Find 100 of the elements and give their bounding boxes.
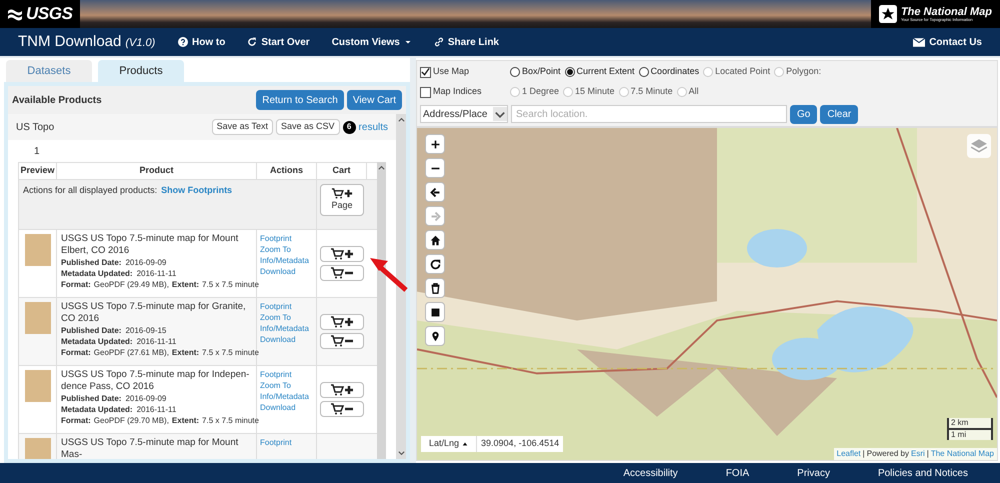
nav-link[interactable]: How to [178, 34, 226, 50]
radio-button[interactable] [564, 67, 575, 77]
search-button[interactable]: Go [790, 104, 818, 124]
checkbox[interactable] [420, 86, 431, 98]
add-to-cart-button[interactable] [320, 382, 364, 398]
cart-plus-icon [330, 188, 354, 199]
action-link[interactable]: Download [260, 334, 313, 345]
logo-text: The National Map [900, 6, 992, 18]
show-footprints-link[interactable]: Show Footprints [161, 184, 232, 198]
footer-link[interactable]: Policies and Notices [878, 466, 968, 480]
scrollbar[interactable] [396, 114, 406, 459]
checkbox-label: Use Map [433, 65, 470, 78]
action-link[interactable]: Info/Metadata [260, 323, 313, 334]
arrow-left-icon [430, 186, 440, 198]
zoom-out-button[interactable] [425, 158, 445, 178]
action-link[interactable]: Download [260, 266, 313, 277]
action-link[interactable]: Footprint [260, 437, 313, 448]
remove-from-cart-button[interactable] [320, 333, 364, 349]
action-link[interactable]: Footprint [260, 233, 313, 244]
page-number[interactable]: 1 [34, 144, 40, 158]
action-link[interactable]: Zoom To [260, 244, 313, 255]
published-date: 2016-09-09 [125, 393, 166, 404]
attribution-text: | [926, 448, 929, 460]
attribution-link[interactable]: The National Map [930, 448, 994, 460]
refresh-button[interactable] [425, 254, 445, 274]
panel-button[interactable]: Return to Search [256, 90, 344, 110]
radio-label: All [688, 85, 699, 98]
cart-plus-icon [328, 384, 356, 396]
map-thumbnail [24, 370, 50, 402]
refresh-icon [430, 258, 440, 270]
action-link[interactable]: Zoom To [260, 312, 313, 323]
add-page-to-cart-button[interactable]: Page [320, 184, 364, 216]
nav-link[interactable]: Custom Views [332, 34, 412, 50]
coordinate-mode-dropdown[interactable]: Lat/Lng [421, 436, 476, 452]
action-link[interactable]: Footprint [260, 301, 313, 312]
home-button[interactable] [425, 230, 445, 250]
radio-label: 7.5 Minute [630, 85, 673, 98]
tab[interactable]: Products [98, 60, 184, 82]
action-link[interactable]: Info/Metadata [260, 391, 313, 402]
footer-link[interactable]: Privacy [797, 466, 830, 480]
bulk-actions-label: Actions for all displayed products: [23, 184, 158, 197]
radio-button[interactable] [638, 67, 649, 77]
metadata-date: 2016-11-11 [136, 404, 176, 415]
radio-label: Located Point [715, 65, 770, 78]
dataset-name: US Topo [16, 120, 54, 134]
field-label: Metadata Updated: [61, 404, 133, 415]
product-title: USGS US Topo 7.5-minute map for Indepen-dence Pass, CO 2016 [61, 369, 250, 393]
plus-icon [430, 138, 440, 150]
save-button[interactable]: Save as CSV [276, 119, 340, 135]
back-button[interactable] [425, 182, 445, 202]
radio-label: Polygon: [786, 65, 822, 78]
envelope-icon [913, 38, 926, 46]
search-type-dropdown[interactable]: Address/Place [420, 105, 508, 123]
results-link[interactable]: results [358, 120, 388, 134]
file-format: GeoPDF (29.70 MB), [94, 415, 169, 426]
product-title: USGS US Topo 7.5-minute map for Mount Elbert, CO 2016 [61, 233, 240, 257]
published-date: 2016-09-09 [125, 257, 166, 268]
nav-link[interactable]: Start Over [247, 34, 310, 50]
attribution-text: | [862, 448, 865, 460]
remove-from-cart-button[interactable] [320, 265, 364, 281]
field-label: Metadata Updated: [61, 336, 133, 347]
delete-button[interactable] [425, 278, 445, 298]
panel-button[interactable]: View Cart [346, 90, 402, 110]
field-label: Metadata Updated: [61, 268, 133, 279]
save-button[interactable]: Save as Text [212, 119, 274, 135]
attribution-link[interactable]: Esri [910, 448, 925, 460]
checkbox[interactable] [420, 66, 431, 78]
app-version: (V1.0) [125, 36, 156, 51]
add-to-cart-button[interactable] [320, 246, 364, 262]
zoom-in-button[interactable] [425, 134, 445, 154]
action-link[interactable]: Footprint [260, 369, 313, 380]
result-count: 6 [342, 120, 356, 134]
contact-link[interactable]: Contact Us [913, 34, 982, 50]
search-field[interactable]: Search location. [511, 105, 787, 123]
map-extent: 7.5 x 7.5 minute [202, 279, 259, 290]
place-marker-button[interactable] [425, 326, 445, 346]
add-to-cart-button[interactable] [320, 314, 364, 330]
field-label: Format: [61, 347, 91, 358]
table-scrollbar[interactable] [377, 162, 386, 459]
attribution-link[interactable]: Leaflet [836, 448, 861, 460]
action-link[interactable]: Zoom To [260, 380, 313, 391]
action-link[interactable]: Download [260, 402, 313, 413]
square-icon [430, 306, 440, 318]
tab[interactable]: Datasets [6, 60, 92, 82]
cart-plus-icon [328, 316, 356, 328]
remove-from-cart-button[interactable] [320, 401, 364, 417]
attribution-text: Powered by [866, 448, 909, 460]
wave-icon [8, 7, 22, 21]
draw-rectangle-button[interactable] [425, 302, 445, 322]
radio-button[interactable] [510, 67, 520, 77]
action-link[interactable]: Info/Metadata [260, 255, 313, 266]
field-label: Extent: [172, 415, 200, 426]
search-button[interactable]: Clear [820, 104, 858, 124]
cart-plus-icon [328, 248, 356, 260]
refresh-icon [247, 37, 258, 47]
product-title: USGS US Topo 7.5-minute map for Granite, CO 2016 [61, 301, 247, 325]
radio-label: Current Extent [576, 65, 635, 78]
footer-link[interactable]: Accessibility [623, 466, 678, 480]
nav-link[interactable]: Share Link [434, 34, 499, 50]
footer-link[interactable]: FOIA [726, 466, 750, 480]
